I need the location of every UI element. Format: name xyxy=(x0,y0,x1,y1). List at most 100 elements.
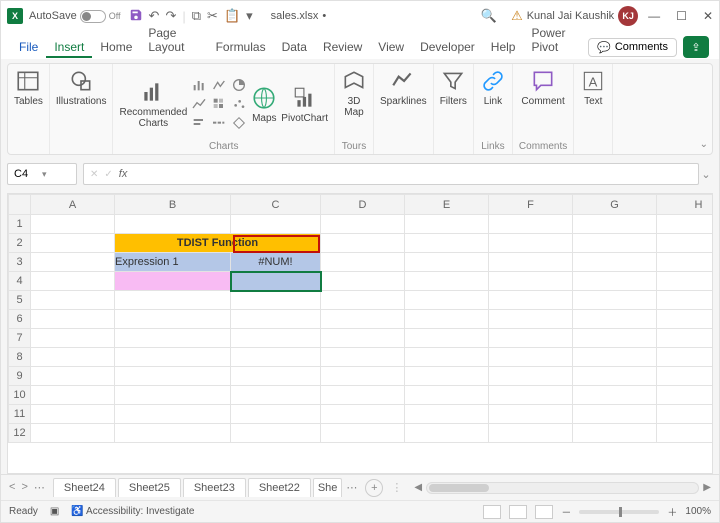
row-4[interactable]: 4 xyxy=(9,272,31,291)
row-12[interactable]: 12 xyxy=(9,424,31,443)
zoom-in-icon[interactable]: ＋ xyxy=(667,504,677,519)
sheet-overflow[interactable]: ⋯ xyxy=(346,481,357,494)
horizontal-scrollbar[interactable]: ◀ ▶ xyxy=(414,482,711,494)
name-box[interactable]: C4 ▾ xyxy=(7,163,77,185)
row-7[interactable]: 7 xyxy=(9,329,31,348)
row-3[interactable]: 3 xyxy=(9,253,31,272)
user-avatar[interactable]: KJ xyxy=(618,6,638,26)
zoom-slider[interactable] xyxy=(579,510,659,514)
zoom-level[interactable]: 100% xyxy=(685,506,711,517)
formula-input[interactable]: ✕ ✓ fx xyxy=(83,163,699,185)
group-tables: Tables xyxy=(8,64,50,154)
tab-insert[interactable]: Insert xyxy=(46,36,92,58)
col-B[interactable]: B xyxy=(115,195,231,215)
scroll-left-icon[interactable]: ◀ xyxy=(414,482,422,493)
cell-C4-selected[interactable] xyxy=(231,272,321,291)
zoom-out-icon[interactable]: － xyxy=(561,504,571,519)
search-icon[interactable]: 🔍 xyxy=(481,8,497,24)
col-E[interactable]: E xyxy=(405,195,489,215)
collapse-ribbon-icon[interactable]: ⌄ xyxy=(700,139,708,150)
row-9[interactable]: 9 xyxy=(9,367,31,386)
view-layout-button[interactable] xyxy=(509,505,527,519)
scroll-right-icon[interactable]: ▶ xyxy=(703,482,711,493)
col-D[interactable]: D xyxy=(321,195,405,215)
sheet-tab[interactable]: Sheet23 xyxy=(183,478,246,497)
tab-file[interactable]: File xyxy=(11,36,46,58)
macro-record-icon[interactable]: ▣ xyxy=(50,506,59,517)
row-10[interactable]: 10 xyxy=(9,386,31,405)
fx-icon[interactable]: fx xyxy=(119,168,128,180)
cell-B4[interactable] xyxy=(115,272,231,291)
pivotchart-button[interactable]: PivotChart xyxy=(281,85,328,124)
tab-developer[interactable]: Developer xyxy=(412,36,483,58)
text-button[interactable]: A Text xyxy=(580,68,606,107)
row-2[interactable]: 2 xyxy=(9,234,31,253)
illustrations-button[interactable]: Illustrations xyxy=(56,68,107,107)
paste-icon[interactable]: 📋 xyxy=(224,8,240,24)
chart-types-col1[interactable] xyxy=(191,77,207,131)
group-links: Link Links xyxy=(474,64,513,154)
tab-help[interactable]: Help xyxy=(483,36,524,58)
sheet-next-icon[interactable]: > xyxy=(21,481,27,494)
recommended-charts-button[interactable]: Recommended Charts xyxy=(119,79,187,129)
tables-button[interactable]: Tables xyxy=(14,68,43,107)
cell-B3[interactable]: Expression 1 xyxy=(115,253,231,272)
filters-button[interactable]: Filters xyxy=(440,68,467,107)
file-name[interactable]: sales.xlsx xyxy=(271,10,319,22)
tab-formulas[interactable]: Formulas xyxy=(208,36,274,58)
row-5[interactable]: 5 xyxy=(9,291,31,310)
tab-review[interactable]: Review xyxy=(315,36,370,58)
sheet-tab[interactable]: Sheet22 xyxy=(248,478,311,497)
col-C[interactable]: C xyxy=(231,195,321,215)
cell-B2C2[interactable]: TDIST Function xyxy=(115,234,321,253)
cut-icon[interactable]: ✂ xyxy=(207,8,218,24)
tab-view[interactable]: View xyxy=(370,36,412,58)
sheet-tab-partial[interactable]: She xyxy=(313,478,343,497)
text-label: Text xyxy=(584,96,602,107)
col-G[interactable]: G xyxy=(573,195,657,215)
user-name[interactable]: Kunal Jai Kaushik xyxy=(527,10,614,22)
saved-dot: • xyxy=(322,10,326,22)
chart-types-col2[interactable] xyxy=(211,77,227,131)
view-break-button[interactable] xyxy=(535,505,553,519)
select-all[interactable] xyxy=(9,195,31,215)
tab-page-layout[interactable]: Page Layout xyxy=(140,22,207,58)
autosave-toggle[interactable]: AutoSave Off xyxy=(29,10,121,23)
view-normal-button[interactable] xyxy=(483,505,501,519)
minimize-button[interactable]: — xyxy=(648,9,660,23)
row-6[interactable]: 6 xyxy=(9,310,31,329)
cell-C3[interactable]: #NUM! xyxy=(231,253,321,272)
sheet-tab[interactable]: Sheet24 xyxy=(53,478,116,497)
warning-icon[interactable]: ⚠ xyxy=(511,8,523,24)
sheet-more-icon[interactable]: ⋯ xyxy=(34,481,45,494)
link-button[interactable]: Link xyxy=(480,68,506,107)
tab-power-pivot[interactable]: Power Pivot xyxy=(523,22,588,58)
share-button[interactable]: ⇪ xyxy=(683,36,709,58)
new-sheet-button[interactable]: + xyxy=(365,479,383,497)
sparklines-button[interactable]: Sparklines xyxy=(380,68,427,107)
row-8[interactable]: 8 xyxy=(9,348,31,367)
chart-types-col3[interactable] xyxy=(231,77,247,131)
filters-label: Filters xyxy=(440,96,467,107)
accessibility-status[interactable]: ♿ Accessibility: Investigate xyxy=(71,506,194,517)
autosave-switch[interactable] xyxy=(80,10,106,23)
col-A[interactable]: A xyxy=(31,195,115,215)
3d-map-button[interactable]: 3D Map xyxy=(341,68,367,118)
tab-home[interactable]: Home xyxy=(92,36,140,58)
spreadsheet-grid[interactable]: A B C D E F G H I 1 2 TDIST Function 3 E… xyxy=(7,193,713,474)
sheet-tab[interactable]: Sheet25 xyxy=(118,478,181,497)
col-H[interactable]: H xyxy=(657,195,714,215)
comments-button[interactable]: 💬 Comments xyxy=(588,38,677,57)
sheet-prev-icon[interactable]: < xyxy=(9,481,15,494)
column-headers[interactable]: A B C D E F G H I xyxy=(9,195,714,215)
expand-formula-bar-icon[interactable]: ⌄ xyxy=(699,168,713,181)
qat-more-icon[interactable]: ▾ xyxy=(246,8,253,24)
maps-button[interactable]: Maps xyxy=(251,85,277,124)
maximize-button[interactable]: ☐ xyxy=(676,9,687,23)
row-11[interactable]: 11 xyxy=(9,405,31,424)
row-1[interactable]: 1 xyxy=(9,215,31,234)
tab-data[interactable]: Data xyxy=(274,36,315,58)
close-button[interactable]: ✕ xyxy=(703,9,713,23)
col-F[interactable]: F xyxy=(489,195,573,215)
comment-button[interactable]: Comment xyxy=(521,68,564,107)
